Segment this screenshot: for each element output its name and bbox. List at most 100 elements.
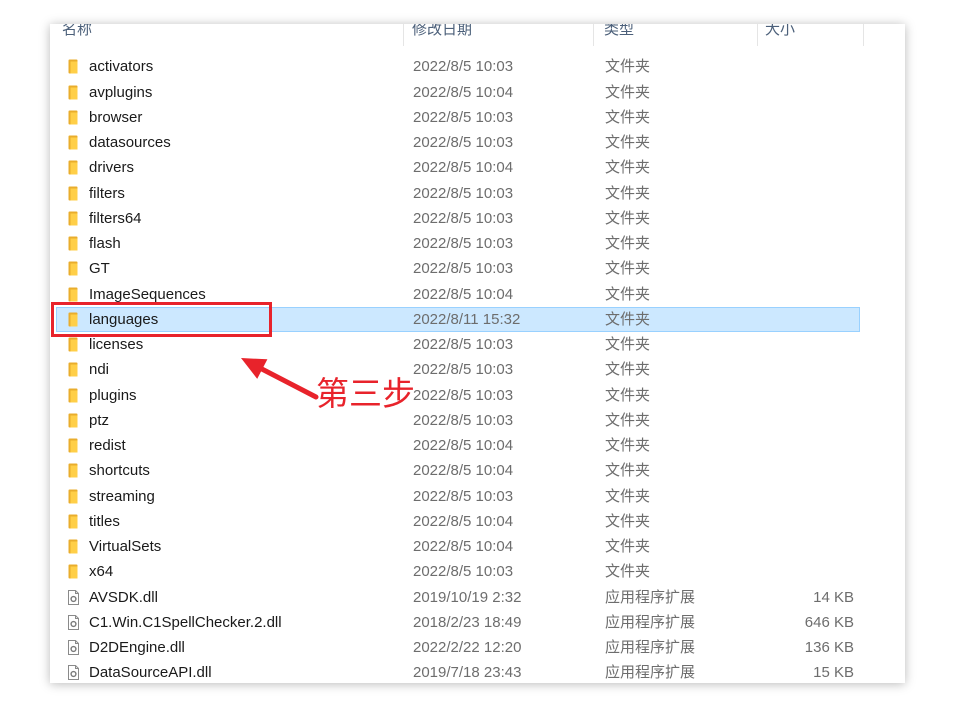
folder-icon <box>67 211 80 226</box>
file-row[interactable]: x64 2022/8/5 10:03 文件夹 <box>56 559 860 584</box>
file-modified-date: 2022/8/5 10:03 <box>413 361 514 379</box>
folder-icon <box>67 186 80 201</box>
file-name: filters64 <box>89 209 142 227</box>
file-list: activators 2022/8/5 10:03 文件夹 avplugins 2022… <box>56 54 860 683</box>
file-name: ndi <box>89 361 110 379</box>
file-type: 文件夹 <box>605 487 651 505</box>
file-list-window: 名称 修改日期 类型 大小 activators 2022/8/5 10:03 文件… <box>50 24 905 683</box>
file-row[interactable]: DataSourceAPI.dll 2019/7/18 23:43 应用程序扩展 15… <box>56 660 860 683</box>
file-type: 文件夹 <box>605 159 651 177</box>
file-row[interactable]: drivers 2022/8/5 10:04 文件夹 <box>56 155 860 180</box>
column-header-type[interactable]: 类型 <box>594 24 757 46</box>
file-modified-date: 2022/8/5 10:03 <box>413 563 514 581</box>
file-name: DataSourceAPI.dll <box>89 664 212 682</box>
file-type: 文件夹 <box>605 83 651 101</box>
annotation-highlight-box <box>51 302 272 337</box>
column-header-bar: 名称 修改日期 类型 大小 <box>50 24 905 46</box>
file-row[interactable]: GT 2022/8/5 10:03 文件夹 <box>56 256 860 281</box>
file-row[interactable]: redist 2022/8/5 10:04 文件夹 <box>56 433 860 458</box>
folder-icon <box>67 564 80 579</box>
file-type: 文件夹 <box>605 512 651 530</box>
file-name: AVSDK.dll <box>89 588 158 606</box>
file-type: 文件夹 <box>605 336 651 354</box>
file-row[interactable]: D2DEngine.dll 2022/2/22 12:20 应用程序扩展 136 KB <box>56 635 860 660</box>
file-modified-date: 2022/8/5 10:04 <box>413 512 514 530</box>
file-row[interactable]: browser 2022/8/5 10:03 文件夹 <box>56 105 860 130</box>
dll-file-icon <box>67 665 80 681</box>
file-modified-date: 2022/8/5 10:03 <box>413 336 514 354</box>
file-row[interactable]: activators 2022/8/5 10:03 文件夹 <box>56 54 860 79</box>
file-modified-date: 2022/8/5 10:03 <box>413 487 514 505</box>
file-size: 14 KB <box>813 588 854 606</box>
folder-icon <box>67 489 80 504</box>
file-type: 文件夹 <box>605 134 651 152</box>
file-type: 文件夹 <box>605 260 651 278</box>
file-row[interactable]: VirtualSets 2022/8/5 10:04 文件夹 <box>56 534 860 559</box>
dll-file-icon <box>67 589 80 605</box>
file-name: filters <box>89 184 125 202</box>
file-name: avplugins <box>89 83 153 101</box>
file-row[interactable]: AVSDK.dll 2019/10/19 2:32 应用程序扩展 14 KB <box>56 585 860 610</box>
file-type: 应用程序扩展 <box>605 639 696 657</box>
file-name: D2DEngine.dll <box>89 639 185 657</box>
file-modified-date: 2022/8/5 10:03 <box>413 134 514 152</box>
folder-icon <box>67 59 80 74</box>
folder-icon <box>67 463 80 478</box>
file-row[interactable]: datasources 2022/8/5 10:03 文件夹 <box>56 130 860 155</box>
file-modified-date: 2022/8/5 10:04 <box>413 462 514 480</box>
file-modified-date: 2018/2/23 18:49 <box>413 613 522 631</box>
file-modified-date: 2022/8/5 10:03 <box>413 386 514 404</box>
file-row[interactable]: avplugins 2022/8/5 10:04 文件夹 <box>56 80 860 105</box>
file-type: 文件夹 <box>605 58 651 76</box>
file-modified-date: 2022/8/5 10:04 <box>413 538 514 556</box>
file-type: 文件夹 <box>605 184 651 202</box>
file-name: drivers <box>89 159 135 177</box>
file-row[interactable]: ptz 2022/8/5 10:03 文件夹 <box>56 408 860 433</box>
folder-icon <box>67 362 80 377</box>
file-type: 文件夹 <box>605 361 651 379</box>
file-modified-date: 2022/8/5 10:04 <box>413 437 514 455</box>
file-row[interactable]: plugins 2022/8/5 10:03 文件夹 <box>56 383 860 408</box>
file-name: shortcuts <box>89 462 150 480</box>
file-name: streaming <box>89 487 155 505</box>
file-type: 文件夹 <box>605 285 651 303</box>
folder-icon <box>67 337 80 352</box>
file-row[interactable]: filters64 2022/8/5 10:03 文件夹 <box>56 206 860 231</box>
file-modified-date: 2022/8/5 10:04 <box>413 159 514 177</box>
file-size: 646 KB <box>804 613 854 631</box>
file-type: 文件夹 <box>605 235 651 253</box>
column-header-modified-label: 修改日期 <box>412 24 473 38</box>
file-modified-date: 2022/8/5 10:03 <box>413 260 514 278</box>
file-type: 文件夹 <box>605 563 651 581</box>
file-size: 136 KB <box>804 639 854 657</box>
file-modified-date: 2022/2/22 12:20 <box>413 639 522 657</box>
column-header-modified[interactable]: 修改日期 <box>404 24 593 46</box>
file-row[interactable]: flash 2022/8/5 10:03 文件夹 <box>56 231 860 256</box>
dll-file-icon <box>67 640 80 656</box>
file-modified-date: 2022/8/5 10:03 <box>413 235 514 253</box>
folder-icon <box>67 413 80 428</box>
folder-icon <box>67 85 80 100</box>
file-size: 15 KB <box>813 664 854 682</box>
column-header-size-label: 大小 <box>765 24 796 38</box>
file-name: datasources <box>89 134 171 152</box>
file-name: titles <box>89 512 120 530</box>
file-name: C1.Win.C1SpellChecker.2.dll <box>89 613 282 631</box>
column-header-size[interactable]: 大小 <box>758 24 863 46</box>
file-row[interactable]: C1.Win.C1SpellChecker.2.dll 2018/2/23 18:… <box>56 610 860 635</box>
file-row[interactable]: filters 2022/8/5 10:03 文件夹 <box>56 181 860 206</box>
file-row[interactable]: titles 2022/8/5 10:04 文件夹 <box>56 509 860 534</box>
file-name: plugins <box>89 386 137 404</box>
file-type: 文件夹 <box>605 209 651 227</box>
column-resize-handle[interactable] <box>863 24 864 46</box>
file-row[interactable]: streaming 2022/8/5 10:03 文件夹 <box>56 484 860 509</box>
folder-icon <box>67 388 80 403</box>
file-modified-date: 2022/8/5 10:03 <box>413 184 514 202</box>
file-name: redist <box>89 437 126 455</box>
column-header-type-label: 类型 <box>604 24 635 38</box>
column-header-name-label: 名称 <box>62 24 93 38</box>
file-row[interactable]: shortcuts 2022/8/5 10:04 文件夹 <box>56 458 860 483</box>
column-header-name[interactable]: 名称 <box>50 24 403 46</box>
file-row[interactable]: ndi 2022/8/5 10:03 文件夹 <box>56 357 860 382</box>
folder-icon <box>67 110 80 125</box>
